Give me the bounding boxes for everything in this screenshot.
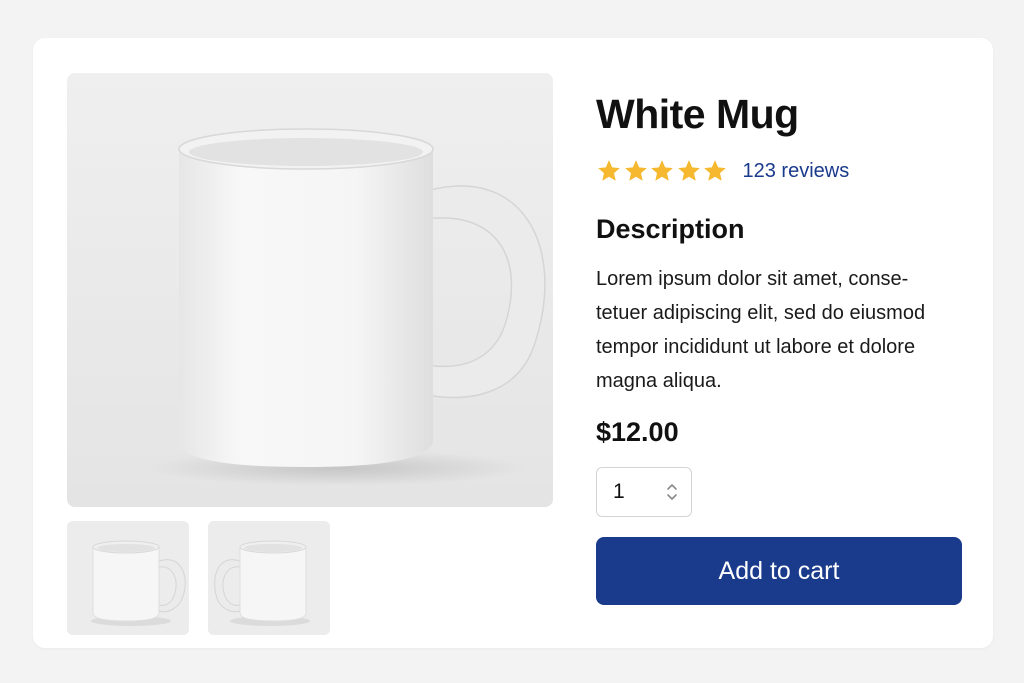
thumbnail-mug-handle-left[interactable] (208, 521, 330, 635)
quantity-value[interactable]: 1 (613, 468, 625, 516)
reviews-link[interactable]: 123 reviews (743, 156, 850, 186)
description-line: tetuer adipiscing elit, sed do eiusmod (596, 302, 926, 324)
star-icon (651, 160, 673, 181)
star-icon (598, 160, 620, 181)
product-title: White Mug (596, 91, 799, 137)
product-price: $12.00 (596, 417, 679, 447)
description-line: magna aliqua. (596, 370, 722, 392)
add-to-cart-button[interactable]: Add to cart (596, 537, 962, 605)
star-icon (624, 160, 647, 181)
star-icon (704, 160, 726, 181)
description-line: tempor incididunt ut labore et dolore (596, 336, 916, 358)
product-description: Lorem ipsum dolor sit amet, conse- tetue… (596, 262, 925, 398)
quantity-stepper[interactable]: 1 (596, 467, 692, 517)
thumbnail-mug-handle-right[interactable] (67, 521, 189, 635)
chevron-up-down-icon[interactable] (665, 481, 679, 503)
star-icon (677, 160, 700, 181)
description-line: Lorem ipsum dolor sit amet, conse- (596, 268, 909, 290)
product-rating: 123 reviews (596, 156, 849, 186)
description-heading: Description (596, 214, 745, 244)
product-card: White Mug 123 reviews Description Lorem … (33, 38, 993, 648)
star-rating (596, 158, 729, 184)
main-product-image (67, 73, 553, 507)
